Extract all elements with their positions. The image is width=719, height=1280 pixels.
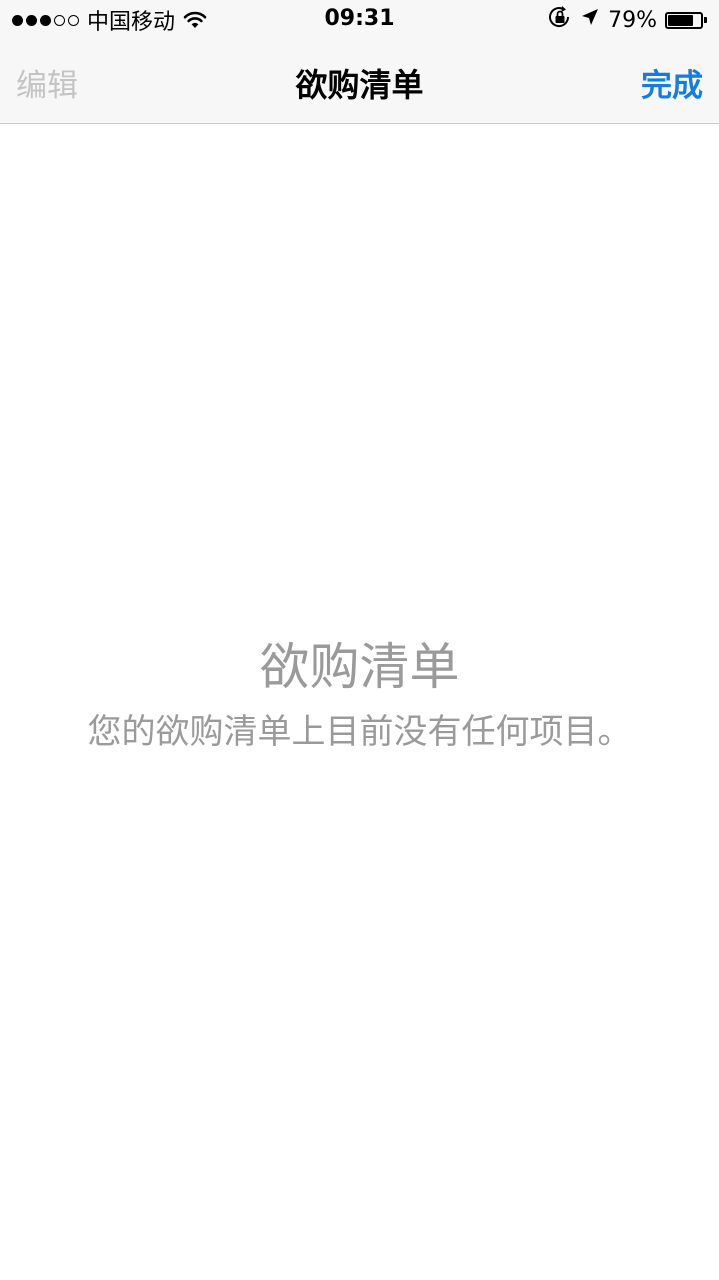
empty-state-title: 欲购清单 xyxy=(259,638,460,696)
empty-state: 欲购清单 您的欲购清单上目前没有任何项目。 xyxy=(0,636,719,754)
signal-dot-empty xyxy=(68,14,79,26)
location-arrow-icon xyxy=(580,7,600,33)
status-bar: 中国移动 09:31 79% xyxy=(0,0,719,40)
status-right: 79% xyxy=(548,6,707,34)
signal-dot xyxy=(12,14,23,26)
battery-body xyxy=(665,11,703,29)
carrier-label: 中国移动 xyxy=(87,10,176,35)
wifi-icon xyxy=(183,11,207,29)
signal-dots-icon xyxy=(12,14,79,26)
battery-icon xyxy=(665,11,707,29)
wishlist-screen: 中国移动 09:31 79% 编辑 欲购清单 完成 欲购清单 您的欲购清单上目前… xyxy=(0,0,719,1280)
battery-tip xyxy=(704,17,707,23)
navigation-bar: 编辑 欲购清单 完成 xyxy=(0,40,719,124)
signal-dot-empty xyxy=(54,14,65,26)
edit-button[interactable]: 编辑 xyxy=(16,60,78,105)
done-button[interactable]: 完成 xyxy=(641,60,703,105)
orientation-lock-icon xyxy=(548,6,572,34)
battery-fill xyxy=(668,14,694,26)
signal-dot xyxy=(40,14,51,26)
battery-percent: 79% xyxy=(608,7,657,33)
empty-state-message: 您的欲购清单上目前没有任何项目。 xyxy=(87,712,632,752)
status-left: 中国移动 xyxy=(12,6,207,35)
page-title: 欲购清单 xyxy=(295,66,424,104)
signal-dot xyxy=(26,14,37,26)
